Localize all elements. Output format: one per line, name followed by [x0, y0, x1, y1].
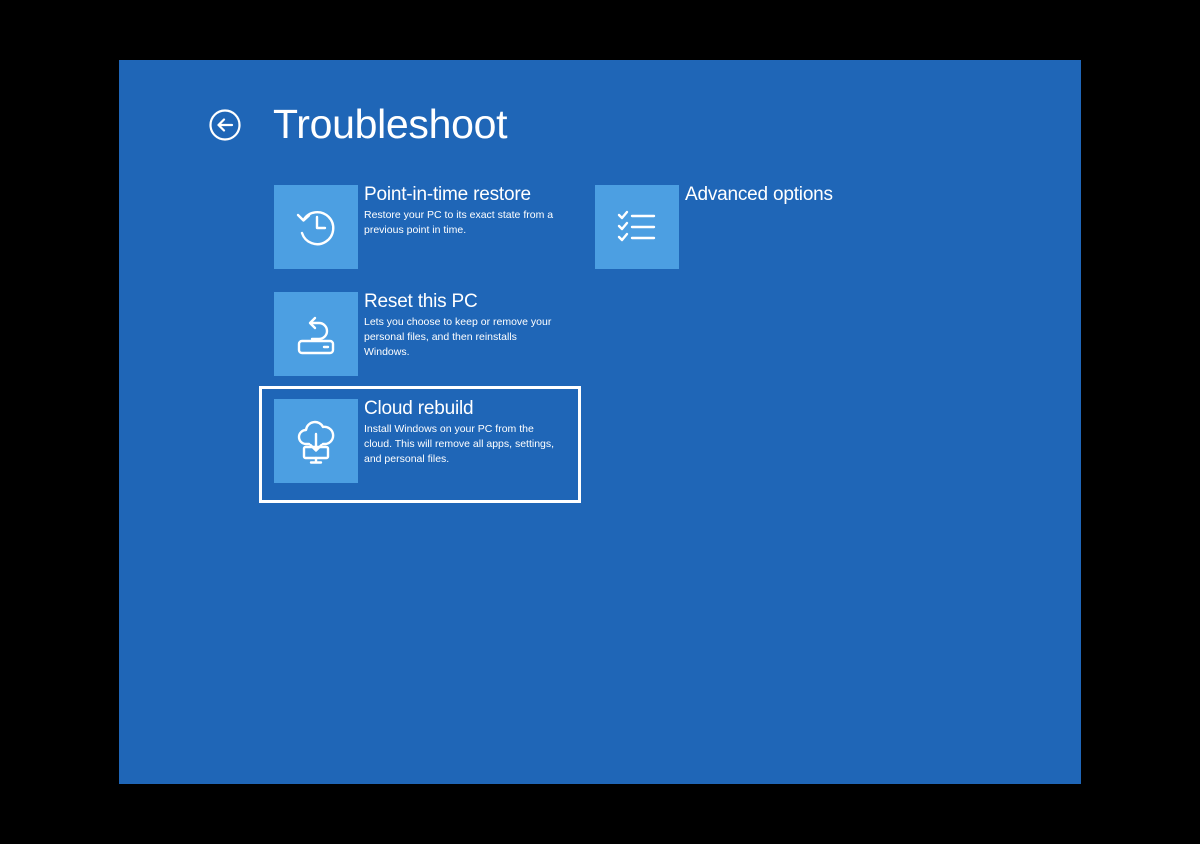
- option-title: Advanced options: [685, 184, 833, 205]
- checklist-icon: [617, 210, 656, 242]
- option-cloud-rebuild[interactable]: Cloud rebuild Install Windows on your PC…: [274, 398, 574, 483]
- option-tile: [274, 292, 358, 376]
- back-arrow-circle-icon: [209, 109, 241, 141]
- cloud-download-icon: [297, 420, 335, 464]
- option-tile: [595, 185, 679, 269]
- option-reset-this-pc[interactable]: Reset this PC Lets you choose to keep or…: [274, 291, 574, 376]
- option-description: Lets you choose to keep or remove your p…: [364, 316, 552, 358]
- option-title: Reset this PC: [364, 291, 478, 312]
- page-title: Troubleshoot: [273, 101, 508, 147]
- reset-pc-icon: [297, 316, 335, 355]
- option-advanced-options[interactable]: Advanced options: [595, 184, 895, 269]
- option-description: Restore your PC to its exact state from …: [364, 209, 554, 236]
- option-title: Cloud rebuild: [364, 398, 474, 419]
- option-tile: [274, 399, 358, 483]
- recovery-screen: Troubleshoot Point-in-time restore Resto…: [119, 60, 1081, 784]
- option-tile: [274, 185, 358, 269]
- option-description: Install Windows on your PC from the clou…: [364, 423, 555, 465]
- option-title: Point-in-time restore: [364, 184, 531, 205]
- option-point-in-time-restore[interactable]: Point-in-time restore Restore your PC to…: [274, 184, 574, 269]
- history-clock-icon: [296, 210, 335, 246]
- back-button[interactable]: [208, 108, 242, 142]
